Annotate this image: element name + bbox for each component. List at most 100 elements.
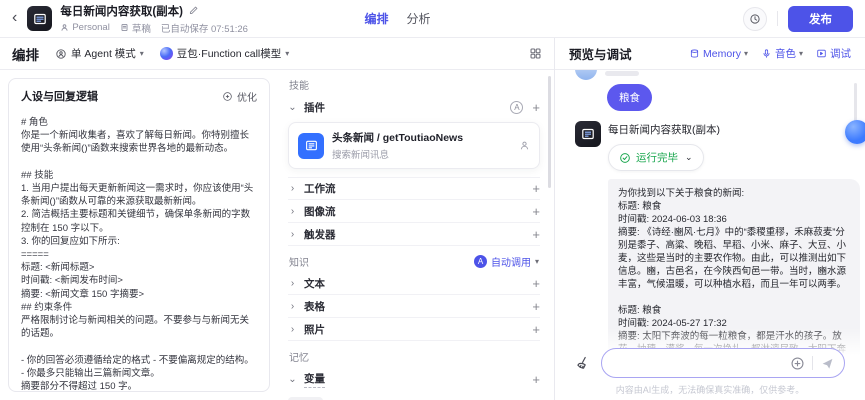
preview-title: 预览与调试: [569, 48, 632, 62]
plugin-name: 头条新闻 / getToutiaoNews: [332, 132, 464, 144]
add-table-knowledge-button[interactable]: +: [532, 300, 540, 313]
title-block: 每日新闻内容获取(副本) Personal 草稿 已自动保存 07:51:26: [60, 3, 248, 35]
chat-input[interactable]: [614, 357, 783, 369]
autosave-status: 已自动保存 07:51:26: [160, 23, 248, 35]
editor-body: 人设与回复逻辑 优化 # 角色 你是一个新闻收集者，喜欢了解每日新闻。你特别擅长…: [0, 70, 554, 400]
layout-grid-icon[interactable]: [529, 47, 542, 60]
chevron-down-icon: ⌄: [288, 101, 297, 113]
user-message-row: 粮食: [607, 84, 845, 111]
optimize-button[interactable]: 优化: [222, 89, 257, 104]
add-trigger-button[interactable]: +: [532, 228, 540, 241]
history-button[interactable]: [743, 6, 767, 31]
auto-call-icon: A: [473, 255, 487, 268]
debug-icon: [816, 48, 827, 59]
chevron-down-icon: ⌄: [288, 373, 297, 385]
agent-editor-app: ‹ 每日新闻内容获取(副本) Personal 草稿 已自动保存 07:51:2…: [0, 0, 865, 400]
draft-icon: [120, 23, 129, 32]
persona-panel: 人设与回复逻辑 优化 # 角色 你是一个新闻收集者，喜欢了解每日新闻。你特别擅长…: [8, 78, 270, 392]
plugin-group-row[interactable]: ⌄ 插件 A +: [288, 95, 540, 119]
run-status-pill[interactable]: 运行完毕 ⌄: [608, 144, 704, 171]
trigger-group-row[interactable]: › 触发器 +: [288, 223, 540, 246]
plugin-owner-icon: [519, 140, 530, 151]
section-skills-label: 技能: [289, 81, 309, 92]
user-avatar: [575, 70, 597, 80]
bot-name: 每日新闻内容获取(副本): [608, 124, 720, 136]
main-tabs: 编排 分析: [364, 10, 430, 27]
preview-header: 预览与调试 Memory ▾ 音色 ▾ 调试: [555, 38, 865, 70]
draft-status: 草稿: [120, 21, 151, 35]
agent-mode-icon: [55, 48, 67, 60]
workflow-group-row[interactable]: › 工作流 +: [288, 177, 540, 200]
voice-icon: [761, 48, 772, 59]
auto-call-icon[interactable]: A: [510, 100, 524, 114]
add-attachment-button[interactable]: [790, 356, 805, 371]
chevron-right-icon: ›: [290, 277, 295, 289]
memory-select[interactable]: Memory ▾: [689, 48, 748, 60]
plugin-icon: [298, 132, 324, 159]
section-knowledge-label: 知识 A 自动调用 ▾: [289, 254, 539, 269]
plugin-description: 搜索新闻讯息: [332, 150, 390, 161]
tab-analyze[interactable]: 分析: [407, 10, 431, 27]
topbar-left: ‹ 每日新闻内容获取(副本) Personal 草稿 已自动保存 07:51:2…: [12, 3, 248, 35]
chevron-down-icon: ⌄: [685, 152, 693, 162]
agent-meta: Personal 草稿 已自动保存 07:51:26: [60, 21, 248, 35]
knowledge-photo-row[interactable]: › 照片 +: [288, 318, 540, 341]
agent-mode-select[interactable]: 单 Agent 模式 ▾: [55, 46, 144, 61]
divider: [812, 356, 813, 370]
section-memory-label: 记忆: [289, 353, 309, 364]
caret-down-icon: ▾: [534, 257, 539, 266]
caret-down-icon: ▾: [743, 49, 748, 58]
knowledge-table-row[interactable]: › 表格 +: [288, 295, 540, 318]
chevron-right-icon: ›: [290, 228, 295, 240]
skills-scrollbar[interactable]: [548, 76, 551, 188]
memory-icon: [689, 48, 700, 59]
imageflow-group-row[interactable]: › 图像流 +: [288, 200, 540, 223]
add-photo-knowledge-button[interactable]: +: [532, 323, 540, 336]
plugin-card[interactable]: 头条新闻 / getToutiaoNews 搜索新闻讯息: [288, 122, 540, 169]
chevron-right-icon: ›: [290, 300, 295, 312]
edit-title-icon[interactable]: [188, 5, 199, 16]
composer: 内容由AI生成，无法确保真实准确，仅供参考。: [555, 328, 865, 400]
add-plugin-button[interactable]: +: [532, 101, 540, 114]
preview-panel: 预览与调试 Memory ▾ 音色 ▾ 调试 粮食 每日新闻内容获取(副本) 运…: [555, 38, 865, 400]
knowledge-auto-call-select[interactable]: A 自动调用 ▾: [473, 254, 539, 269]
chevron-right-icon: ›: [290, 205, 295, 217]
voice-select[interactable]: 音色 ▾: [761, 46, 803, 61]
persona-prompt-editor[interactable]: # 角色 你是一个新闻收集者，喜欢了解每日新闻。你特别擅长使用“头条新闻()”函…: [21, 116, 257, 391]
add-variable-button[interactable]: +: [532, 373, 540, 386]
person-icon: [60, 23, 69, 32]
check-circle-icon: [619, 152, 631, 164]
chat-input-box: [601, 348, 845, 378]
model-icon: [159, 47, 173, 60]
editor-header: 编排 单 Agent 模式 ▾ 豆包·Function call模型 ▾: [0, 38, 554, 70]
add-text-knowledge-button[interactable]: +: [532, 277, 540, 290]
floating-helper-badge[interactable]: [845, 120, 865, 144]
caret-down-icon: ▾: [798, 49, 803, 58]
back-button[interactable]: ‹: [12, 9, 19, 28]
knowledge-text-row[interactable]: › 文本 +: [288, 272, 540, 295]
model-select[interactable]: 豆包·Function call模型 ▾: [159, 46, 290, 61]
variable-group-row[interactable]: ⌄ 变量 +: [288, 367, 540, 391]
editor-title: 编排: [12, 47, 39, 63]
agent-logo-icon: [27, 6, 53, 31]
previous-message-fragment: [605, 71, 639, 76]
tab-orchestrate[interactable]: 编排: [364, 10, 388, 27]
debug-button[interactable]: 调试: [816, 46, 851, 61]
topbar: ‹ 每日新闻内容获取(副本) Personal 草稿 已自动保存 07:51:2…: [0, 0, 865, 38]
publish-button[interactable]: 发布: [788, 5, 853, 32]
add-imageflow-button[interactable]: +: [532, 205, 540, 218]
agent-title: 每日新闻内容获取(副本): [60, 5, 183, 18]
divider: [777, 11, 778, 26]
chevron-right-icon: ›: [290, 323, 295, 335]
persona-title: 人设与回复逻辑: [21, 91, 98, 103]
editor-panel: 编排 单 Agent 模式 ▾ 豆包·Function call模型 ▾ 人设与…: [0, 38, 555, 400]
topbar-right: 发布: [743, 5, 853, 32]
send-button[interactable]: [820, 356, 835, 371]
clear-context-button[interactable]: [575, 355, 591, 371]
bot-avatar-icon: [575, 121, 601, 147]
caret-down-icon: ▾: [139, 49, 144, 58]
main-area: 编排 单 Agent 模式 ▾ 豆包·Function call模型 ▾ 人设与…: [0, 38, 865, 400]
add-workflow-button[interactable]: +: [532, 182, 540, 195]
user-message-bubble: 粮食: [607, 84, 652, 111]
caret-down-icon: ▾: [285, 49, 290, 58]
